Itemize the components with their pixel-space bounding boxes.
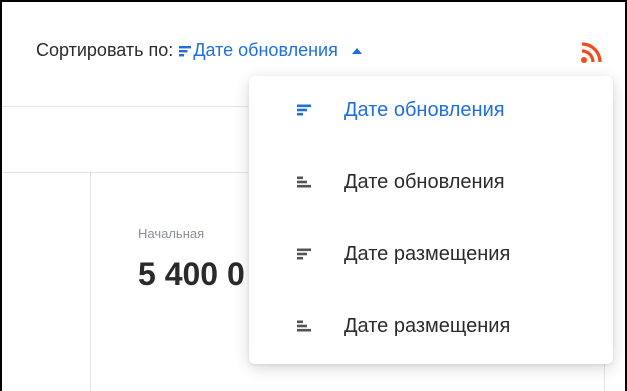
sort-desc-icon — [179, 45, 192, 56]
caret-up-icon — [351, 47, 362, 54]
sort-desc-icon — [297, 248, 311, 260]
sort-current-value: Дате обновления — [193, 40, 338, 60]
card-subtitle: Начальная — [138, 226, 205, 241]
sort-option-label: Дате обновления — [344, 98, 505, 121]
sort-asc-icon — [297, 320, 311, 332]
sort-by-label: Сортировать по: — [36, 40, 174, 60]
card-value: 5 400 0 — [138, 256, 245, 292]
sort-option-posted-asc[interactable]: Дате размещения — [249, 306, 613, 346]
section-divider — [2, 172, 248, 173]
sort-asc-icon — [297, 176, 311, 188]
sort-dropdown-toggle[interactable]: Дате обновления — [179, 40, 362, 61]
sort-dropdown-menu: Дате обновления Дате обновления Дате раз… — [249, 76, 613, 364]
card-left-border — [90, 172, 91, 391]
rss-icon[interactable] — [580, 42, 602, 64]
sort-desc-icon — [297, 104, 311, 116]
sort-option-label: Дате размещения — [344, 242, 511, 265]
sort-option-updated-asc[interactable]: Дате обновления — [249, 162, 613, 202]
header-divider — [2, 106, 248, 107]
sort-option-updated-desc[interactable]: Дате обновления — [249, 90, 613, 130]
sort-option-posted-desc[interactable]: Дате размещения — [249, 234, 613, 274]
sort-option-label: Дате размещения — [344, 314, 511, 337]
sort-bar: Сортировать по: Дате обновления — [36, 40, 362, 61]
sort-option-label: Дате обновления — [344, 170, 505, 193]
